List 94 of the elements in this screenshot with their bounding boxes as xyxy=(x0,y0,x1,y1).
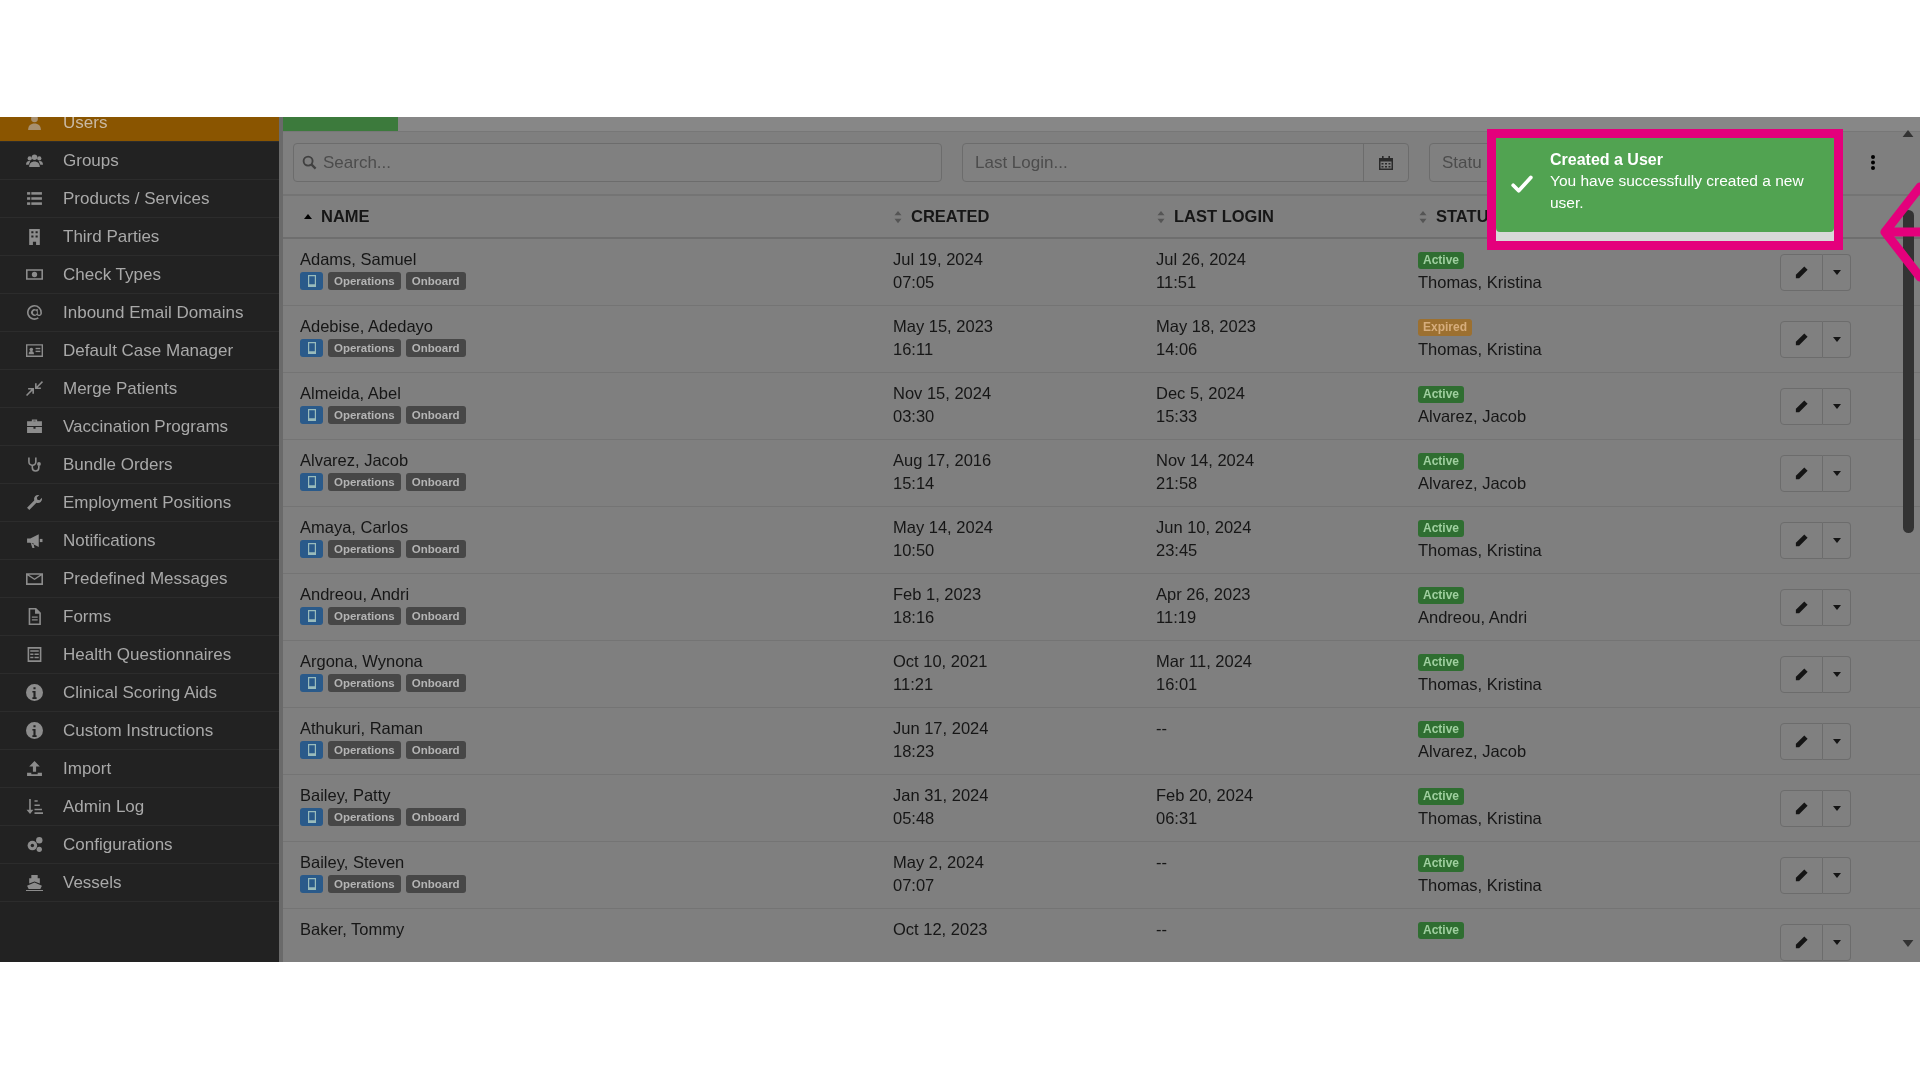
tag: Operations xyxy=(328,741,401,759)
created-date: Jan 31, 2024 xyxy=(893,785,990,806)
created-date: Oct 12, 2023 xyxy=(893,919,989,940)
manager-name: Thomas, Kristina xyxy=(1418,808,1543,829)
status-badge: Active xyxy=(1418,520,1465,538)
created-time: 18:16 xyxy=(893,607,936,628)
tag: Operations xyxy=(328,339,401,357)
status-badge: Active xyxy=(1418,252,1465,270)
last-login-date: Nov 14, 2024 xyxy=(1156,450,1256,471)
last-login-date: Feb 20, 2024 xyxy=(1156,785,1255,806)
manager-name: Alvarez, Jacob xyxy=(1418,741,1528,762)
tag: Onboard xyxy=(405,741,466,759)
user-name: Bailey, Patty xyxy=(300,785,392,806)
last-login-time: 23:45 xyxy=(1156,540,1199,561)
status-badge: Active xyxy=(1418,788,1465,806)
created-time: 11:21 xyxy=(893,674,935,695)
tag: Onboard xyxy=(405,540,466,558)
tag: Onboard xyxy=(405,406,466,424)
created-date: Aug 17, 2016 xyxy=(893,450,993,471)
toast-title: Created a User xyxy=(1550,150,1664,170)
manager-name: Thomas, Kristina xyxy=(1418,875,1543,896)
created-date: Feb 1, 2023 xyxy=(893,584,983,605)
tag: Onboard xyxy=(405,473,466,491)
manager-name: Alvarez, Jacob xyxy=(1418,473,1528,494)
last-login-date: Mar 11, 2024 xyxy=(1156,651,1253,672)
created-date: Jul 19, 2024 xyxy=(893,249,984,270)
user-name: Argona, Wynona xyxy=(300,651,424,672)
user-name: Baker, Tommy xyxy=(300,919,406,940)
created-date: May 15, 2023 xyxy=(893,316,994,337)
created-time: 18:23 xyxy=(893,741,936,762)
status-badge: Expired xyxy=(1418,319,1472,337)
created-time: 10:50 xyxy=(893,540,936,561)
status-badge: Active xyxy=(1418,386,1465,404)
created-date: May 2, 2024 xyxy=(893,852,985,873)
last-login-time: 15:33 xyxy=(1156,406,1199,427)
manager-name: Thomas, Kristina xyxy=(1418,339,1543,360)
created-date: Jun 17, 2024 xyxy=(893,718,990,739)
created-time: 07:05 xyxy=(893,272,936,293)
tag: Operations xyxy=(328,473,401,491)
last-login-time: 11:19 xyxy=(1156,607,1198,628)
user-name: Adams, Samuel xyxy=(300,249,418,270)
user-name: Andreou, Andri xyxy=(300,584,411,605)
last-login-time: 14:06 xyxy=(1156,339,1199,360)
tag: Operations xyxy=(328,272,401,290)
last-login-date: May 18, 2023 xyxy=(1156,316,1257,337)
tag: Operations xyxy=(328,406,401,424)
user-name: Athukuri, Raman xyxy=(300,718,424,739)
tag: Operations xyxy=(328,808,401,826)
last-login-date: Jun 10, 2024 xyxy=(1156,517,1253,538)
tag: Onboard xyxy=(405,808,466,826)
tag: Onboard xyxy=(405,339,466,357)
tag: Operations xyxy=(328,540,401,558)
status-badge: Active xyxy=(1418,922,1465,940)
last-login-date: -- xyxy=(1156,718,1168,739)
last-login-time: 11:51 xyxy=(1156,272,1198,293)
last-login-time: 06:31 xyxy=(1156,808,1199,829)
created-time: 16:11 xyxy=(893,339,935,360)
manager-name: Thomas, Kristina xyxy=(1418,540,1543,561)
created-time: 05:48 xyxy=(893,808,936,829)
created-time: 07:07 xyxy=(893,875,936,896)
manager-name: Andreou, Andri xyxy=(1418,607,1529,628)
manager-name: Thomas, Kristina xyxy=(1418,272,1543,293)
status-badge: Active xyxy=(1418,855,1465,873)
manager-name: Thomas, Kristina xyxy=(1418,674,1543,695)
user-name: Alvarez, Jacob xyxy=(300,450,410,471)
tag: Operations xyxy=(328,607,401,625)
last-login-date: Apr 26, 2023 xyxy=(1156,584,1252,605)
user-name: Bailey, Steven xyxy=(300,852,406,873)
tag: Operations xyxy=(328,875,401,893)
created-time: 15:14 xyxy=(893,473,936,494)
created-date: Oct 10, 2021 xyxy=(893,651,989,672)
tag: Onboard xyxy=(405,674,466,692)
last-login-time: 21:58 xyxy=(1156,473,1199,494)
last-login-date: -- xyxy=(1156,919,1168,940)
toast-message: You have successfully created a new user. xyxy=(1550,171,1805,213)
created-date: Nov 15, 2024 xyxy=(893,383,993,404)
created-time: 03:30 xyxy=(893,406,936,427)
status-badge: Active xyxy=(1418,587,1465,605)
user-name: Almeida, Abel xyxy=(300,383,402,404)
status-badge: Active xyxy=(1418,721,1465,739)
created-date: May 14, 2024 xyxy=(893,517,994,538)
last-login-date: -- xyxy=(1156,852,1168,873)
tag: Onboard xyxy=(405,272,466,290)
user-name: Amaya, Carlos xyxy=(300,517,410,538)
tag: Operations xyxy=(328,674,401,692)
last-login-date: Jul 26, 2024 xyxy=(1156,249,1247,270)
tag: Onboard xyxy=(405,607,466,625)
user-name: Adebise, Adedayo xyxy=(300,316,435,337)
last-login-date: Dec 5, 2024 xyxy=(1156,383,1246,404)
status-badge: Active xyxy=(1418,654,1465,672)
status-badge: Active xyxy=(1418,453,1465,471)
manager-name: Alvarez, Jacob xyxy=(1418,406,1528,427)
tag: Onboard xyxy=(405,875,466,893)
last-login-time: 16:01 xyxy=(1156,674,1199,695)
